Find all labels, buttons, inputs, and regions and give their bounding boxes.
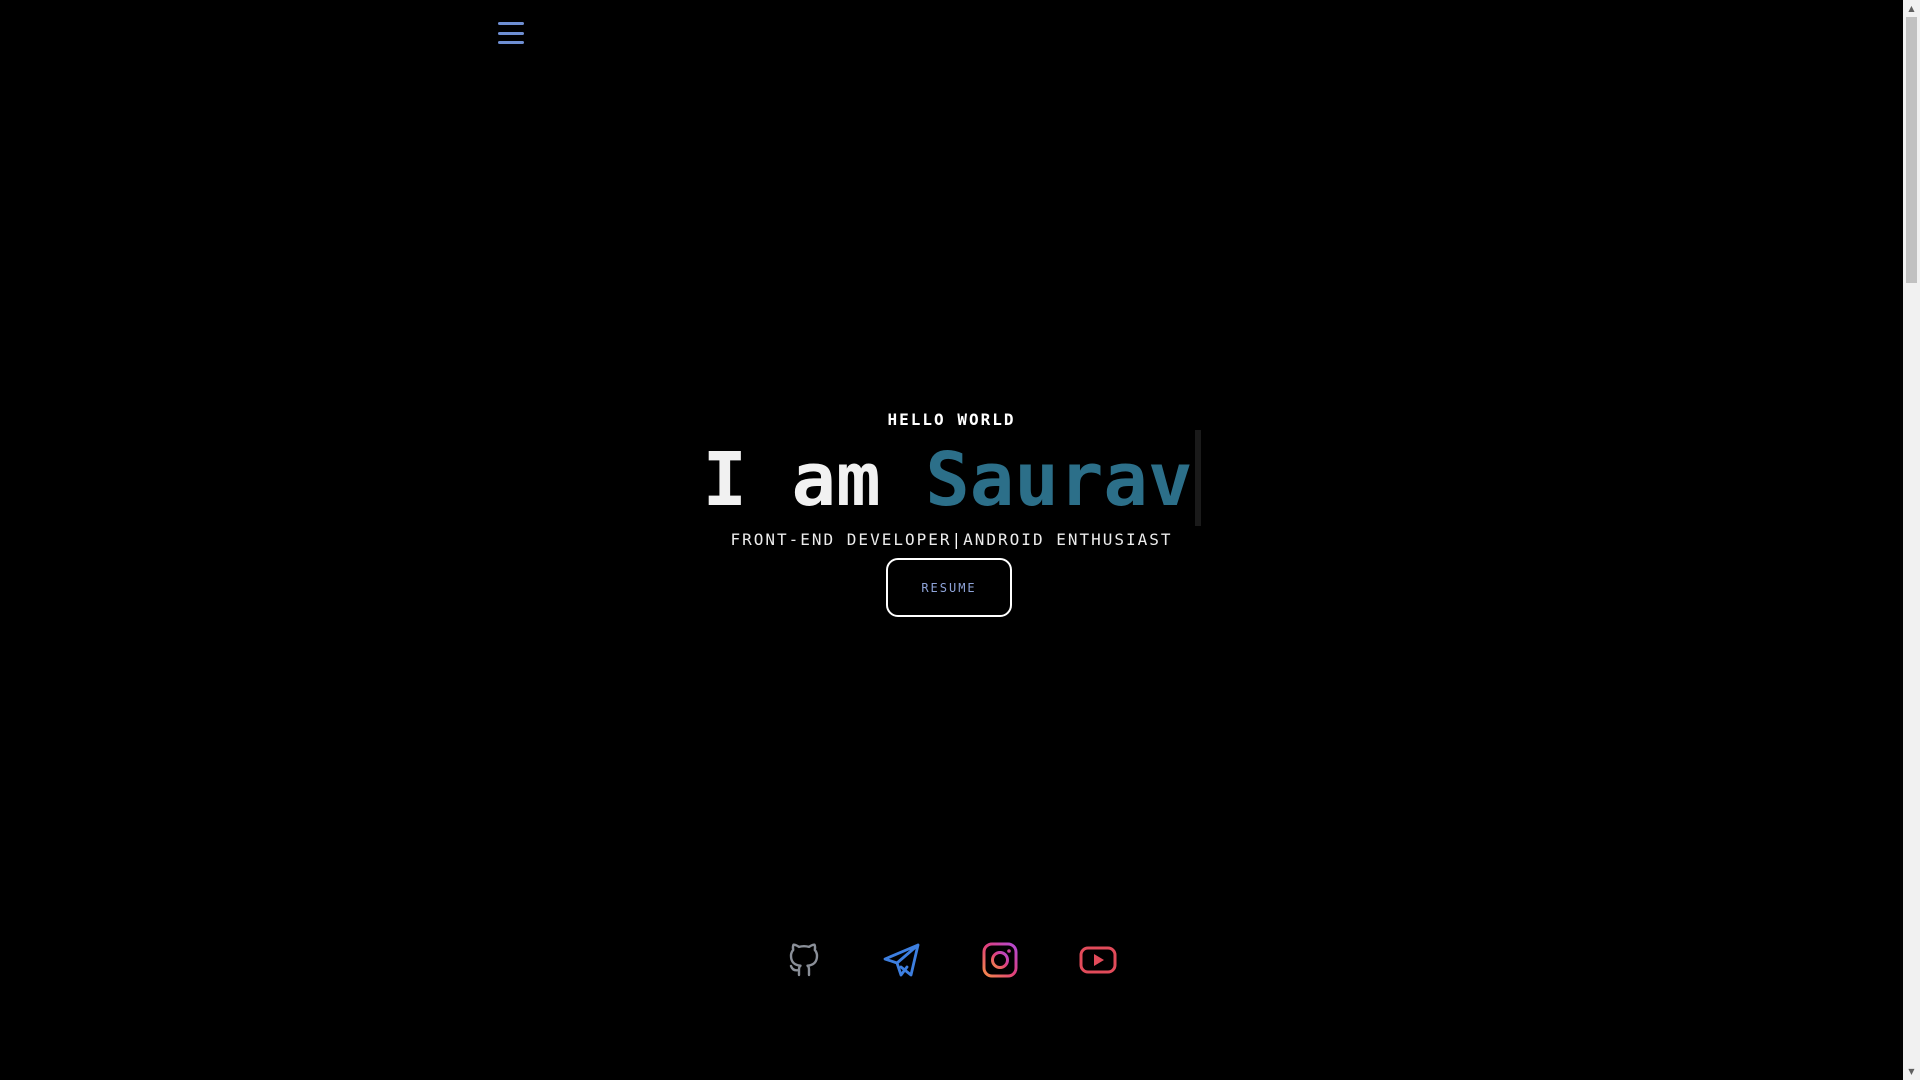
typing-caret [1194, 430, 1201, 527]
telegram-link[interactable] [880, 938, 924, 982]
subtitle-role-developer: FRONT-END DEVELOPER [730, 530, 952, 549]
vertical-scrollbar[interactable]: ▲ ▼ [1903, 0, 1920, 1080]
headline-prefix: I am [702, 437, 926, 523]
social-links [0, 938, 1903, 982]
youtube-icon [1079, 946, 1117, 974]
headline-name: Saurav [925, 437, 1193, 523]
page-viewport: HELLO WORLD I am Saurav FRONT-END DEVELO… [0, 0, 1903, 1080]
scrollbar-thumb[interactable] [1906, 17, 1917, 283]
hero-headline: I am Saurav [0, 430, 1903, 532]
menu-bar-top [498, 22, 524, 25]
hero-greeting: HELLO WORLD [887, 410, 1016, 429]
youtube-link[interactable] [1076, 938, 1120, 982]
telegram-icon [883, 943, 920, 977]
github-icon [789, 943, 819, 977]
subtitle-role-android: ANDROID ENTHUSIAST [963, 530, 1173, 549]
hero-subtitle: FRONT-END DEVELOPER|ANDROID ENTHUSIAST [0, 530, 1903, 549]
subtitle-separator: | [951, 530, 964, 549]
instagram-icon [982, 942, 1018, 978]
resume-button[interactable]: RESUME [886, 558, 1012, 617]
scroll-down-arrow-icon[interactable]: ▼ [1903, 1063, 1920, 1080]
github-link[interactable] [782, 938, 826, 982]
menu-bar-middle [498, 31, 524, 35]
instagram-link[interactable] [978, 938, 1022, 982]
scroll-up-arrow-icon[interactable]: ▲ [1903, 0, 1920, 17]
menu-bar-bottom [498, 41, 524, 44]
hamburger-menu-icon[interactable] [498, 20, 526, 46]
